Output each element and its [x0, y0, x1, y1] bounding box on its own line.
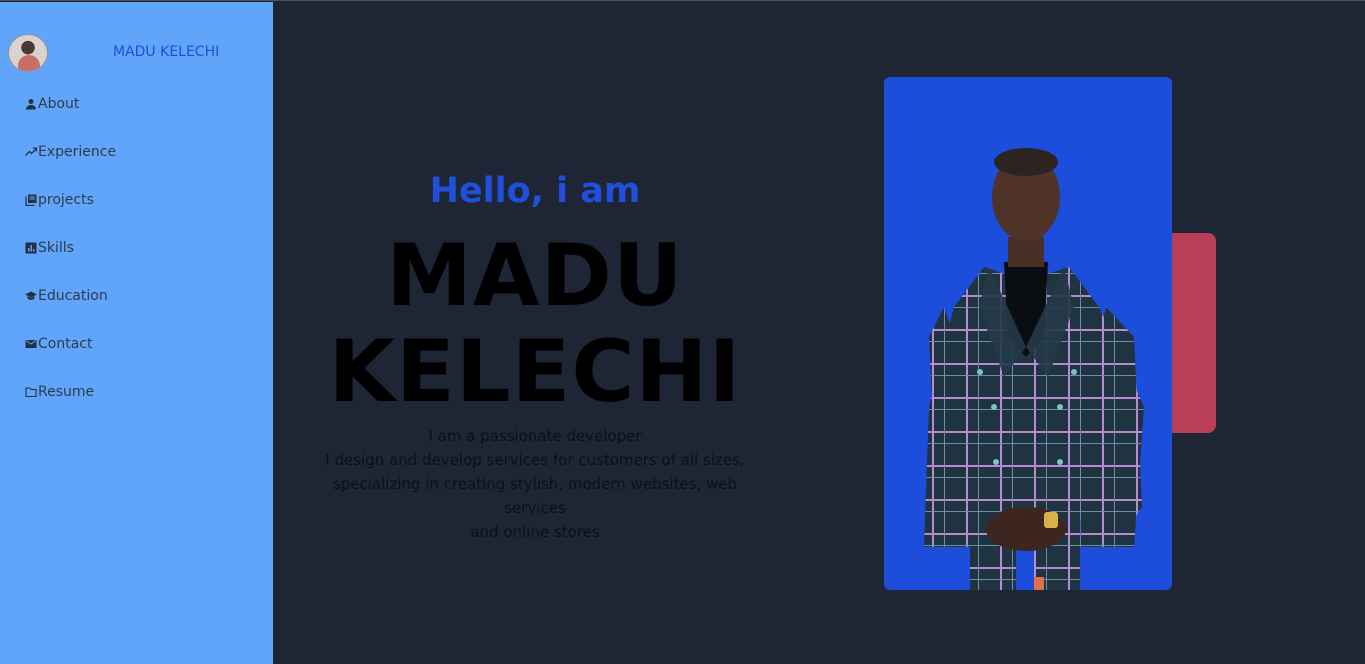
hero-greeting: Hello, i am — [429, 171, 641, 211]
avatar-figure — [18, 55, 40, 71]
trending-up-icon — [24, 145, 38, 159]
sidebar-item-about[interactable]: About — [24, 94, 116, 114]
sidebar-item-label: Education — [38, 288, 108, 304]
intro-line: I design and develop services for custom… — [325, 451, 745, 469]
hero-section: Hello, i am MADU KELECHI I am a passiona… — [305, 166, 765, 544]
person-icon — [24, 97, 38, 111]
bar-chart-icon — [24, 241, 38, 255]
sidebar: MADU KELECHI About Experience projects S… — [0, 2, 273, 664]
brand-name[interactable]: MADU KELECHI — [113, 44, 219, 60]
sidebar-item-label: projects — [38, 192, 94, 208]
hero-intro: I am a passionate developer I design and… — [305, 424, 765, 544]
sidebar-item-label: Resume — [38, 384, 95, 400]
hero-name: MADU KELECHI — [305, 228, 765, 420]
sidebar-item-education[interactable]: Education — [24, 286, 116, 306]
person-illustration — [924, 148, 1144, 590]
sidebar-item-experience[interactable]: Experience — [24, 142, 116, 162]
brand[interactable]: MADU KELECHI — [8, 34, 268, 74]
sidebar-item-label: About — [38, 96, 80, 112]
envelope-icon — [24, 337, 38, 351]
intro-line: specializing in creating stylish, modern… — [332, 475, 738, 517]
portfolio-page: MADU KELECHI About Experience projects S… — [0, 0, 1365, 664]
sidebar-item-label: Contact — [38, 336, 93, 352]
profile-photo — [884, 77, 1172, 590]
sidebar-item-contact[interactable]: Contact — [24, 334, 116, 354]
sidebar-item-skills[interactable]: Skills — [24, 238, 116, 258]
hero-name-line-2: KELECHI — [328, 322, 742, 422]
intro-line: and online stores — [470, 523, 600, 541]
profile-avatar[interactable] — [8, 34, 48, 72]
sidebar-item-resume[interactable]: Resume — [24, 382, 116, 402]
sidebar-item-label: Skills — [38, 240, 74, 256]
graduation-cap-icon — [24, 289, 38, 303]
sidebar-item-label: Experience — [38, 144, 117, 160]
sidebar-nav: About Experience projects Skills Educati… — [24, 94, 116, 430]
hero-name-line-1: MADU — [386, 226, 684, 326]
sidebar-item-projects[interactable]: projects — [24, 190, 116, 210]
folder-icon — [24, 385, 38, 399]
library-books-icon — [24, 193, 38, 207]
intro-line: I am a passionate developer — [428, 427, 642, 445]
